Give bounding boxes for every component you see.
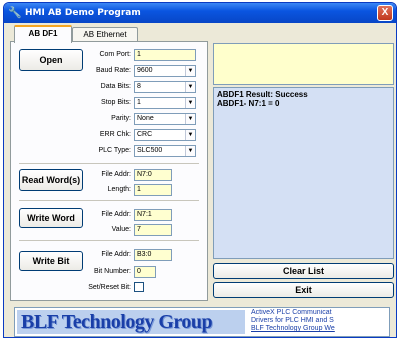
data-bits-value: 8: [137, 83, 141, 90]
result-line-1: ABDF1 Result: Success: [217, 90, 308, 99]
write-file-addr-label: File Addr:: [101, 211, 131, 218]
bit-file-addr-input[interactable]: B3:0: [134, 249, 172, 261]
close-icon: X: [381, 7, 389, 18]
chevron-down-icon[interactable]: ▼: [185, 114, 195, 124]
divider: [19, 200, 199, 201]
baud-rate-select[interactable]: 9600 ▼: [134, 65, 196, 77]
tab-ab-df1[interactable]: AB DF1: [14, 25, 72, 43]
com-port-label: Com Port:: [99, 51, 131, 58]
chevron-down-icon[interactable]: ▼: [185, 82, 195, 92]
result-list[interactable]: ABDF1 Result: Success ABDF1- N7:1 = 0: [213, 87, 394, 259]
stop-bits-value: 1: [137, 99, 141, 106]
parity-label: Parity:: [111, 115, 131, 122]
banner-link[interactable]: BLF Technology Group We: [251, 325, 389, 333]
parity-value: None: [137, 115, 154, 122]
parity-select[interactable]: None ▼: [134, 113, 196, 125]
plc-type-select[interactable]: SLC500 ▼: [134, 145, 196, 157]
stop-bits-label: Stop Bits:: [101, 99, 131, 106]
bit-number-label: Bit Number:: [94, 268, 131, 275]
window-title: HMI AB Demo Program: [25, 8, 141, 18]
data-bits-label: Data Bits:: [100, 83, 131, 90]
read-words-button[interactable]: Read Word(s): [19, 169, 83, 191]
message-box: [213, 43, 394, 85]
chevron-down-icon[interactable]: ▼: [185, 146, 195, 156]
df1-panel: Open Com Port: 1 Baud Rate: 9600 ▼ Data B…: [10, 41, 208, 301]
baud-rate-value: 9600: [137, 67, 153, 74]
baud-rate-label: Baud Rate:: [95, 67, 131, 74]
com-port-input[interactable]: 1: [134, 49, 196, 61]
banner-text: ActiveX PLC Communicat Drivers for PLC H…: [251, 309, 389, 337]
close-button[interactable]: X: [377, 5, 393, 21]
divider: [19, 240, 199, 241]
banner-logo-area: BLF Technology Group: [17, 310, 245, 334]
exit-button[interactable]: Exit: [213, 282, 394, 298]
banner-line-2: Drivers for PLC HMI and S: [251, 317, 334, 324]
tab-ab-ethernet[interactable]: AB Ethernet: [72, 27, 138, 42]
divider: [19, 163, 199, 164]
chevron-down-icon[interactable]: ▼: [185, 66, 195, 76]
data-bits-select[interactable]: 8 ▼: [134, 81, 196, 93]
chevron-down-icon[interactable]: ▼: [185, 98, 195, 108]
write-bit-button[interactable]: Write Bit: [19, 251, 83, 271]
banner-line-1: ActiveX PLC Communicat: [251, 309, 332, 316]
open-button[interactable]: Open: [19, 49, 83, 71]
write-file-addr-input[interactable]: N7:1: [134, 209, 172, 221]
result-line-2: ABDF1- N7:1 = 0: [217, 99, 280, 108]
company-logo: BLF Technology Group: [21, 310, 213, 333]
err-chk-value: CRC: [137, 131, 153, 138]
set-reset-bit-label: Set/Reset Bit:: [88, 284, 131, 291]
stop-bits-select[interactable]: 1 ▼: [134, 97, 196, 109]
title-bar[interactable]: 🔧 HMI AB Demo Program X: [4, 3, 396, 23]
wrench-icon: 🔧: [8, 7, 22, 19]
write-word-button[interactable]: Write Word: [19, 208, 83, 228]
value-input[interactable]: 7: [134, 224, 172, 236]
app-window: 🔧 HMI AB Demo Program X AB DF1 AB Ethern…: [3, 2, 397, 338]
err-chk-select[interactable]: CRC ▼: [134, 129, 196, 141]
clear-list-button[interactable]: Clear List: [213, 263, 394, 279]
banner[interactable]: BLF Technology Group ActiveX PLC Communi…: [14, 307, 390, 337]
chevron-down-icon[interactable]: ▼: [185, 130, 195, 140]
read-file-addr-input[interactable]: N7:0: [134, 169, 172, 181]
read-file-addr-label: File Addr:: [101, 171, 131, 178]
set-reset-bit-checkbox[interactable]: [134, 282, 144, 292]
plc-type-label: PLC Type:: [98, 147, 131, 154]
bit-file-addr-label: File Addr:: [101, 251, 131, 258]
plc-type-value: SLC500: [137, 147, 163, 154]
length-label: Length:: [107, 186, 131, 193]
bit-number-input[interactable]: 0: [134, 266, 156, 278]
length-input[interactable]: 1: [134, 184, 172, 196]
value-label: Value:: [111, 226, 131, 233]
err-chk-label: ERR Chk:: [99, 131, 131, 138]
